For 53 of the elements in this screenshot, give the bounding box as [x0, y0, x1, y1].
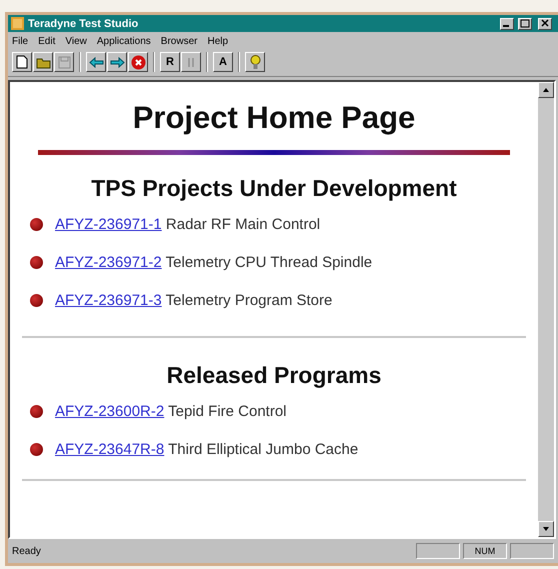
bullet-icon [30, 405, 43, 418]
pause-icon [187, 56, 195, 68]
project-link[interactable]: AFYZ-236971-1 [55, 216, 162, 233]
app-icon [11, 17, 24, 30]
bullet-icon [30, 256, 43, 269]
page-title: Project Home Page [132, 100, 416, 136]
status-panel: NUM [463, 543, 507, 559]
project-entry: AFYZ-236971-1 Radar RF Main Control [55, 216, 320, 233]
status-panel [510, 543, 554, 559]
section-heading: Released Programs [166, 362, 382, 389]
menu-item[interactable]: Edit [38, 36, 56, 47]
menu-item[interactable]: Browser [160, 36, 198, 47]
scroll-down-button[interactable] [538, 521, 554, 537]
scroll-up-button[interactable] [538, 82, 554, 98]
folder-icon [36, 56, 50, 68]
minimize-button[interactable] [500, 18, 514, 30]
project-entry: AFYZ-23600R-2 Tepid Fire Control [55, 403, 287, 420]
bullet-icon [30, 294, 43, 307]
toolbar-button[interactable]: A [213, 52, 233, 72]
maximize-icon [520, 19, 530, 28]
status-message: Ready [12, 546, 42, 556]
project-entry: AFYZ-236971-3 Telemetry Program Store [55, 292, 332, 309]
left-arrow-icon [88, 56, 104, 68]
lightbulb-icon [250, 54, 260, 70]
project-entry: AFYZ-23647R-8 Third Elliptical Jumbo Cache [55, 441, 358, 458]
status-panel [416, 543, 460, 559]
menu-item[interactable]: File [12, 36, 28, 47]
project-link[interactable]: AFYZ-23600R-2 [55, 403, 164, 420]
toolbar-button[interactable] [128, 52, 148, 72]
project-link[interactable]: AFYZ-23647R-8 [55, 441, 164, 458]
menu-item[interactable]: View [65, 36, 87, 47]
scrollbar[interactable] [538, 82, 554, 537]
toolbar-button[interactable]: R [160, 52, 180, 72]
menu-item[interactable]: Help [207, 36, 228, 47]
toolbar-button[interactable] [86, 52, 106, 72]
toolbar-button[interactable] [12, 52, 32, 72]
project-link[interactable]: AFYZ-236971-3 [55, 292, 162, 309]
maximize-button[interactable] [518, 18, 532, 30]
section-heading: TPS Projects Under Development [90, 175, 458, 202]
close-icon [540, 19, 550, 28]
close-button[interactable] [538, 18, 552, 30]
document-icon [16, 55, 28, 69]
window-title: Teradyne Test Studio [28, 18, 140, 30]
toolbar-button[interactable] [33, 52, 53, 72]
right-arrow-icon [110, 56, 124, 68]
menu-item[interactable]: Applications [96, 36, 151, 47]
toolbar-button[interactable] [245, 52, 265, 72]
project-link[interactable]: AFYZ-236971-2 [55, 254, 162, 271]
stop-icon [130, 54, 146, 70]
toolbar-button[interactable] [107, 52, 127, 72]
bullet-icon [30, 218, 43, 231]
project-entry: AFYZ-236971-2 Telemetry CPU Thread Spindle [55, 254, 372, 271]
bullet-icon [30, 443, 43, 456]
